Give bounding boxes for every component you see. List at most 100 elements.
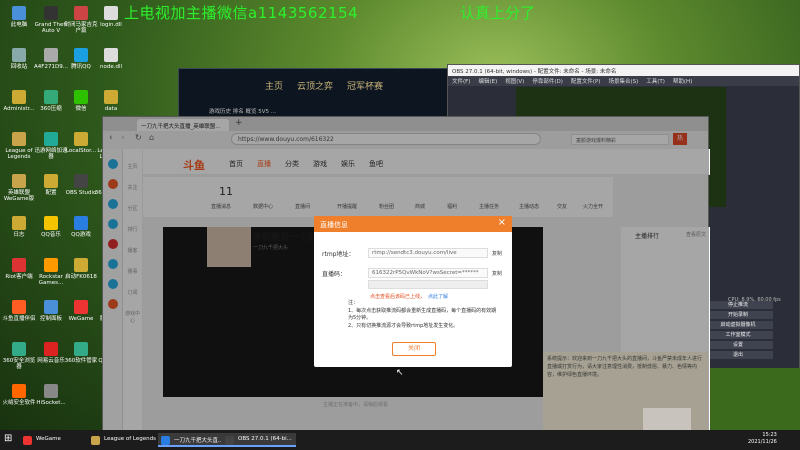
league-tab-clash[interactable]: 冠军杯赛	[347, 79, 383, 92]
desktop-icon-label: 腾讯QQ	[71, 64, 91, 70]
desktop-icon[interactable]: login.dll	[94, 6, 128, 28]
desktop-icon[interactable]: data	[94, 90, 128, 112]
desktop-icon[interactable]: 配置	[34, 174, 68, 196]
desktop-icon-label: 360软件管家	[64, 358, 98, 364]
stream-code-mask	[368, 280, 488, 289]
league-client-window: 主页 云顶之弈 冠军杯赛 游戏历史 排名 概览 5V5 ...	[178, 68, 448, 118]
obs-menu-view[interactable]: 视图(V)	[505, 77, 524, 85]
stream-code-field[interactable]: 616322rP5QvWkNoV?wsSecret=******	[368, 268, 488, 278]
taskbar-item-league[interactable]: League of Legends	[88, 433, 160, 447]
modal-title: 直播信息	[320, 221, 348, 229]
obs-start-record-button[interactable]: 开始录制	[703, 311, 773, 319]
windows-start-icon[interactable]: ⊞	[4, 433, 12, 444]
taskbar: ⊞ WeGame League of Legends 一刀九千把大头直... O…	[0, 430, 800, 450]
app-icon	[44, 174, 58, 188]
desktop-icon-label: 迅游网络加速器	[34, 148, 68, 161]
taskbar-item-browser[interactable]: 一刀九千把大头直...	[158, 433, 228, 447]
desktop-icon[interactable]: HiSocket...	[34, 384, 68, 406]
desktop-icon-label: LocalStor...	[65, 148, 97, 154]
app-icon	[12, 48, 26, 62]
obs-icon	[225, 436, 234, 445]
app-icon	[104, 6, 118, 20]
app-icon	[12, 174, 26, 188]
desktop-icon[interactable]: node.dll	[94, 48, 128, 70]
browser-icon	[161, 436, 170, 445]
obs-settings-button[interactable]: 设置	[703, 341, 773, 349]
desktop-icon[interactable]: 360安全浏览器	[2, 342, 36, 370]
desktop-icon[interactable]: 英雄联盟 WeGame版	[2, 174, 36, 202]
desktop-icon[interactable]: QQ音乐	[34, 216, 68, 238]
obs-menu-profile[interactable]: 配置文件(P)	[571, 77, 601, 85]
desktop-icon[interactable]: 360压缩	[34, 90, 68, 112]
desktop-icon-label: OBS Studio	[65, 190, 97, 196]
copy-rtmp-button[interactable]: 复制	[492, 250, 502, 257]
desktop-icon[interactable]: A4F271D9...	[34, 48, 68, 70]
desktop-icon[interactable]: 封闭马家吉克 户篇	[64, 6, 98, 34]
desktop-icon[interactable]: 日志	[2, 216, 36, 238]
obs-exit-button[interactable]: 退出	[703, 351, 773, 359]
desktop-icon[interactable]: Grand Theft Auto V	[34, 6, 68, 34]
app-icon	[44, 216, 58, 230]
desktop-icon-label: 英雄联盟 WeGame版	[3, 190, 35, 203]
desktop-icon-label: 启动FK0618	[65, 274, 97, 280]
desktop-icon[interactable]: OBS Studio	[64, 174, 98, 196]
desktop-icon[interactable]: Rockstar Games...	[34, 258, 68, 286]
desktop-icon[interactable]: LocalStor...	[64, 132, 98, 154]
obs-menu-edit[interactable]: 编辑(E)	[478, 77, 497, 85]
taskbar-item-wegame[interactable]: WeGame	[20, 433, 65, 447]
app-icon	[44, 90, 58, 104]
app-icon	[74, 6, 88, 20]
desktop-icon[interactable]: 控制面板	[34, 300, 68, 322]
obs-stop-stream-button[interactable]: 停止推流	[703, 301, 773, 309]
taskbar-label: WeGame	[36, 436, 61, 442]
league-tab-tft[interactable]: 云顶之弈	[297, 79, 333, 92]
obs-menu-scene-collection[interactable]: 场景集合(S)	[608, 77, 638, 85]
app-icon	[12, 6, 26, 20]
desktop-icon-label: 火绒安全软件	[2, 400, 36, 406]
obs-studio-mode-button[interactable]: 工作室模式	[703, 331, 773, 339]
clock-time: 15:23	[762, 432, 777, 438]
league-tab-home[interactable]: 主页	[265, 79, 283, 92]
obs-menu-tools[interactable]: 工具(T)	[646, 77, 665, 85]
app-icon	[12, 132, 26, 146]
copy-code-button[interactable]: 复制	[492, 270, 502, 277]
stream-banner-right: 认真上分了	[460, 4, 536, 22]
desktop-icon[interactable]: 微信	[64, 90, 98, 112]
taskbar-item-obs[interactable]: OBS 27.0.1 (64-bi...	[222, 433, 296, 447]
modal-header: 直播信息 ×	[314, 216, 512, 232]
app-icon	[12, 258, 26, 272]
obs-virtual-camera-button[interactable]: 启动虚拟摄像机	[703, 321, 773, 329]
desktop-icon[interactable]: 此电脑	[2, 6, 36, 28]
app-icon	[12, 300, 26, 314]
desktop-icon-label: 回收站	[10, 64, 28, 70]
desktop-icon[interactable]: 迅游网络加速器	[34, 132, 68, 160]
desktop-icon[interactable]: QQ游戏	[64, 216, 98, 238]
desktop-icon[interactable]: Riot客户端	[2, 258, 36, 280]
desktop-icon[interactable]: 网易云音乐	[34, 342, 68, 364]
desktop-icon-label: 斗鱼直播伴侣	[2, 316, 36, 322]
desktop-icon[interactable]: WeGame	[64, 300, 98, 322]
desktop-icon[interactable]: 斗鱼直播伴侣	[2, 300, 36, 322]
desktop-icon[interactable]: 火绒安全软件	[2, 384, 36, 406]
rtmp-url-field[interactable]: rtmp://sendtc3.douyu.com/live	[368, 248, 488, 258]
obs-menu-file[interactable]: 文件(F)	[452, 77, 470, 85]
close-icon[interactable]: ×	[498, 218, 506, 228]
desktop-icon[interactable]: 回收站	[2, 48, 36, 70]
desktop-icon-label: 控制面板	[39, 316, 62, 322]
taskbar-clock[interactable]: 15:23 2021/11/26	[748, 432, 777, 446]
taskbar-label: 一刀九千把大头直...	[174, 438, 224, 444]
desktop-icon[interactable]: 启动FK0618	[64, 258, 98, 280]
obs-menu-help[interactable]: 帮助(H)	[673, 77, 692, 85]
app-icon	[44, 132, 58, 146]
app-icon	[12, 90, 26, 104]
note-1: 1、每次点击获取推流码都会重新生成直播码，每个直播码的有效期为5分钟。	[348, 307, 497, 322]
desktop-icon[interactable]: League of Legends	[2, 132, 36, 160]
desktop-icon[interactable]: 腾讯QQ	[64, 48, 98, 70]
modal-close-button[interactable]: 关闭	[392, 342, 436, 356]
app-icon	[44, 6, 58, 20]
clock-date: 2021/11/26	[748, 439, 777, 445]
desktop-icon[interactable]: 360软件管家	[64, 342, 98, 364]
obs-menu-docks[interactable]: 停靠部件(D)	[532, 77, 563, 85]
desktop-icon[interactable]: Administr...	[2, 90, 36, 112]
obs-title: OBS 27.0.1 (64-bit, windows) - 配置文件: 未命名…	[448, 65, 799, 76]
